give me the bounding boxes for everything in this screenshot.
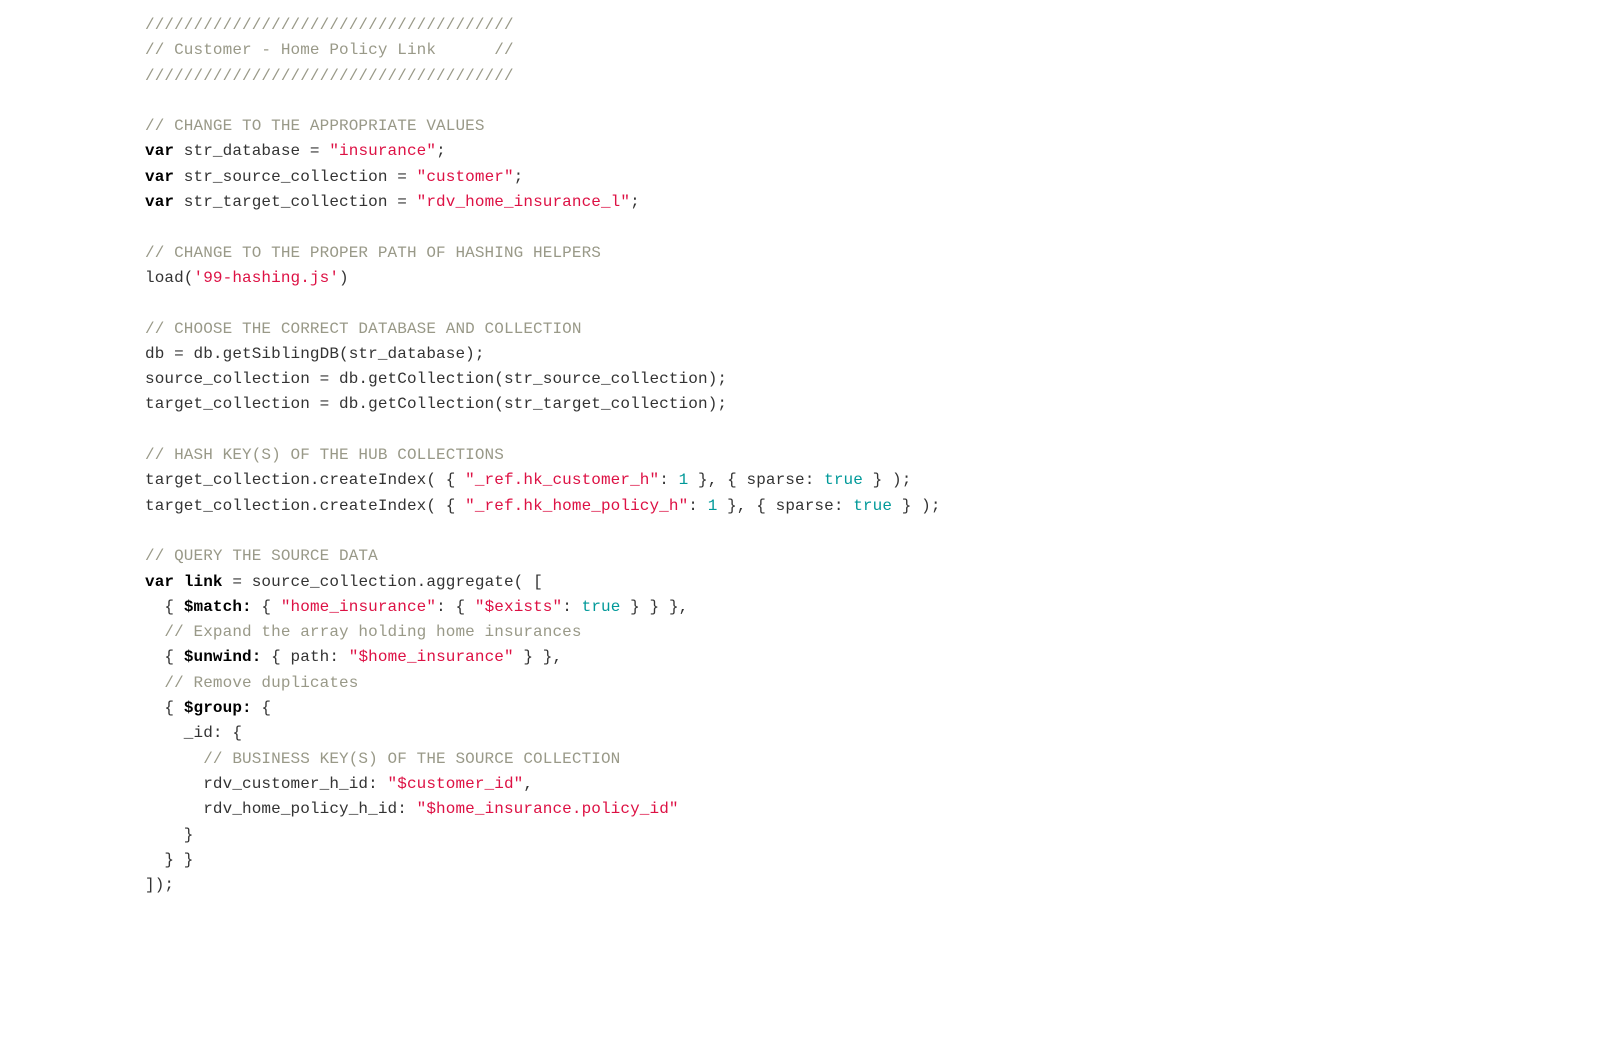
code-text: {	[252, 598, 281, 616]
code-text: }	[145, 826, 194, 844]
comment-line: // BUSINESS KEY(S) OF THE SOURCE COLLECT…	[145, 750, 620, 768]
code-text	[174, 573, 184, 591]
code-text: )	[339, 269, 349, 287]
comment-line: // Remove duplicates	[145, 674, 358, 692]
code-text: :	[688, 497, 707, 515]
code-text: } );	[863, 471, 912, 489]
code-text: {	[145, 699, 184, 717]
code-block: ////////////////////////////////////// /…	[0, 0, 1603, 898]
keyword: link	[184, 573, 223, 591]
code-text: target_collection.createIndex( {	[145, 471, 465, 489]
code-text: ;	[436, 142, 446, 160]
code-text: }, { sparse:	[717, 497, 853, 515]
comment-line: // Customer - Home Policy Link //	[145, 41, 514, 59]
code-text: } );	[892, 497, 941, 515]
keyword: var	[145, 168, 174, 186]
keyword: var	[145, 142, 174, 160]
code-text: ]);	[145, 876, 174, 894]
code-text: db = db.getSiblingDB(str_database);	[145, 345, 485, 363]
comment-line: // HASH KEY(S) OF THE HUB COLLECTIONS	[145, 446, 504, 464]
code-text: str_source_collection =	[174, 168, 417, 186]
comment-line: //////////////////////////////////////	[145, 67, 514, 85]
number-literal: 1	[708, 497, 718, 515]
keyword: var	[145, 573, 174, 591]
comment-line: // CHOOSE THE CORRECT DATABASE AND COLLE…	[145, 320, 582, 338]
code-text: :	[659, 471, 678, 489]
string-literal: "rdv_home_insurance_l"	[417, 193, 630, 211]
code-text: target_collection.createIndex( {	[145, 497, 465, 515]
code-text: = source_collection.aggregate( [	[223, 573, 543, 591]
code-text: ;	[514, 168, 524, 186]
comment-line: //////////////////////////////////////	[145, 16, 514, 34]
comment-line: // QUERY THE SOURCE DATA	[145, 547, 378, 565]
comment-line: // Expand the array holding home insuran…	[145, 623, 582, 641]
constant-literal: true	[582, 598, 621, 616]
comment-line: // CHANGE TO THE PROPER PATH OF HASHING …	[145, 244, 601, 262]
string-literal: "$exists"	[475, 598, 562, 616]
string-literal: "$home_insurance"	[349, 648, 514, 666]
string-literal: "$customer_id"	[388, 775, 524, 793]
code-text: {	[145, 598, 184, 616]
string-literal: "customer"	[417, 168, 514, 186]
code-text: rdv_customer_h_id:	[145, 775, 388, 793]
code-text: {	[252, 699, 271, 717]
code-text: ,	[523, 775, 533, 793]
code-text: _id: {	[145, 724, 242, 742]
keyword: $match:	[184, 598, 252, 616]
keyword: $group:	[184, 699, 252, 717]
comment-line: // CHANGE TO THE APPROPRIATE VALUES	[145, 117, 485, 135]
string-literal: "insurance"	[329, 142, 436, 160]
constant-literal: true	[853, 497, 892, 515]
string-literal: '99-hashing.js'	[194, 269, 340, 287]
code-text: }, { sparse:	[688, 471, 824, 489]
code-text: :	[562, 598, 581, 616]
keyword: $unwind:	[184, 648, 262, 666]
code-text: target_collection = db.getCollection(str…	[145, 395, 727, 413]
code-text: ;	[630, 193, 640, 211]
code-text: source_collection = db.getCollection(str…	[145, 370, 727, 388]
code-text: load(	[145, 269, 194, 287]
number-literal: 1	[679, 471, 689, 489]
code-text: } } },	[620, 598, 688, 616]
code-text: {	[145, 648, 184, 666]
code-text: } },	[514, 648, 563, 666]
string-literal: "$home_insurance.policy_id"	[417, 800, 679, 818]
code-text: : {	[436, 598, 475, 616]
string-literal: "_ref.hk_customer_h"	[465, 471, 659, 489]
code-text: str_database =	[174, 142, 329, 160]
keyword: var	[145, 193, 174, 211]
code-text: } }	[145, 851, 194, 869]
string-literal: "_ref.hk_home_policy_h"	[465, 497, 688, 515]
code-text: rdv_home_policy_h_id:	[145, 800, 417, 818]
string-literal: "home_insurance"	[281, 598, 436, 616]
code-text: str_target_collection =	[174, 193, 417, 211]
code-text: { path:	[261, 648, 348, 666]
constant-literal: true	[824, 471, 863, 489]
